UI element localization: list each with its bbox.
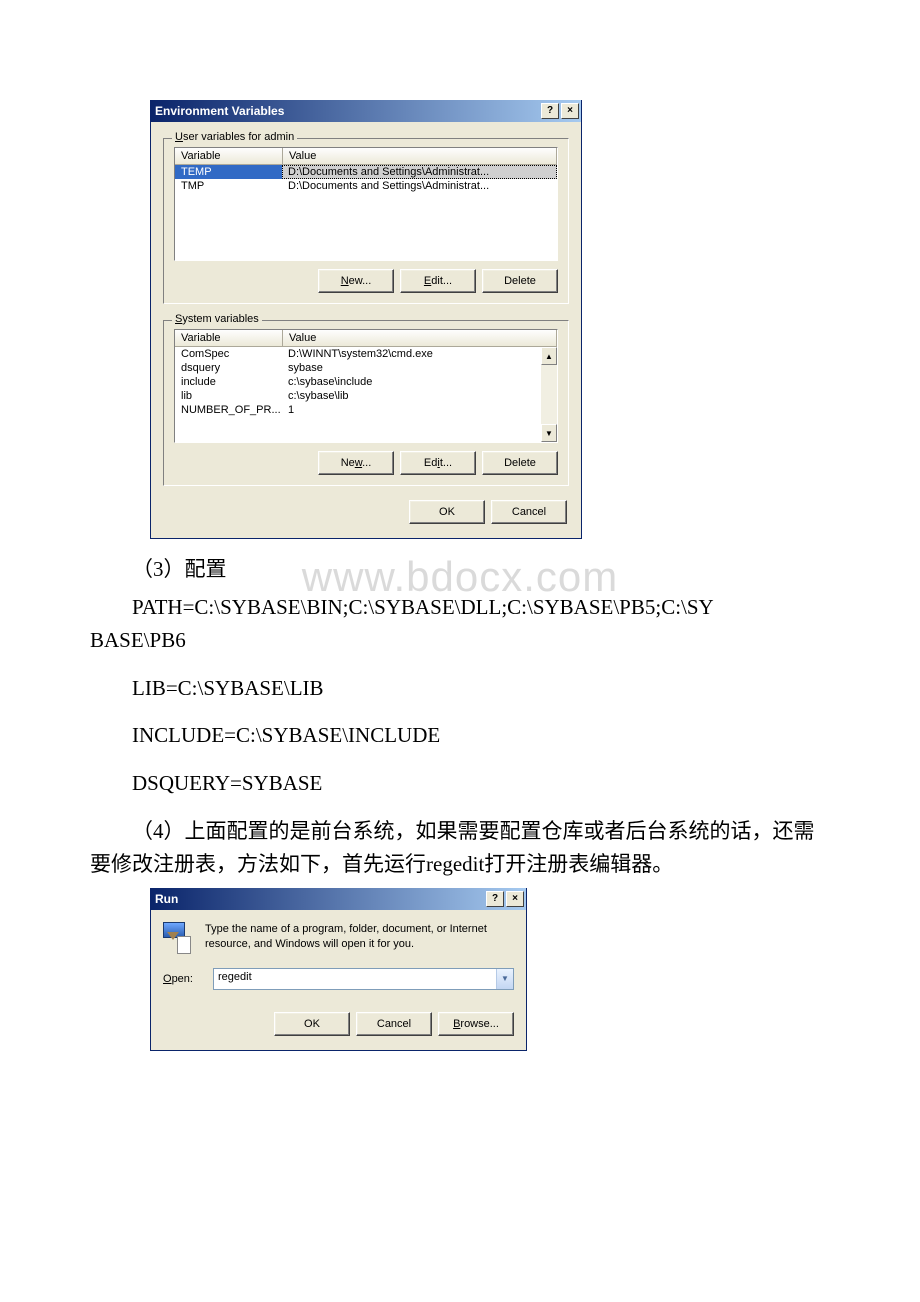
dialog-title: Environment Variables <box>155 104 539 118</box>
run-icon <box>163 922 195 954</box>
paragraph: PATH=C:\SYBASE\BIN;C:\SYBASE\DLL;C:\SYBA… <box>90 591 830 625</box>
system-variables-list[interactable]: Variable Value ComSpec D:\WINNT\system32… <box>174 329 558 443</box>
paragraph: DSQUERY=SYBASE <box>90 767 830 801</box>
scroll-down-icon[interactable]: ▼ <box>541 424 557 442</box>
column-value[interactable]: Value <box>283 148 557 164</box>
open-input[interactable]: regedit <box>214 969 496 989</box>
browse-button[interactable]: Browse... <box>438 1012 514 1036</box>
cancel-button[interactable]: Cancel <box>491 500 567 524</box>
column-value[interactable]: Value <box>283 330 557 346</box>
system-group-label: System variables <box>172 313 262 325</box>
environment-variables-dialog: Environment Variables ? × User variables… <box>150 100 582 539</box>
ok-button[interactable]: OK <box>409 500 485 524</box>
paragraph: （3）配置 <box>90 553 830 587</box>
run-dialog: Run ? × Type the name of a program, fold… <box>150 888 527 1051</box>
close-icon[interactable]: × <box>561 103 579 119</box>
scrollbar[interactable]: ▲ ▼ <box>541 347 557 442</box>
paragraph: （4）上面配置的是前台系统，如果需要配置仓库或者后台系统的话，还需要修改注册表，… <box>90 815 830 882</box>
close-icon[interactable]: × <box>506 891 524 907</box>
list-item[interactable]: lib c:\sybase\lib <box>175 389 557 403</box>
paragraph: BASE\PB6 <box>90 624 830 658</box>
titlebar: Environment Variables ? × <box>151 100 581 122</box>
system-variables-group: System variables Variable Value ComSpec … <box>163 320 569 486</box>
cancel-button[interactable]: Cancel <box>356 1012 432 1036</box>
edit-button[interactable]: Edit... <box>400 451 476 475</box>
paragraph: INCLUDE=C:\SYBASE\INCLUDE <box>90 719 830 753</box>
open-label: Open: <box>163 973 205 985</box>
paragraph: LIB=C:\SYBASE\LIB <box>90 672 830 706</box>
open-combobox[interactable]: regedit ▼ <box>213 968 514 990</box>
delete-button[interactable]: Delete <box>482 269 558 293</box>
list-item[interactable]: TEMP D:\Documents and Settings\Administr… <box>175 165 557 179</box>
list-item[interactable]: ComSpec D:\WINNT\system32\cmd.exe <box>175 347 557 361</box>
titlebar: Run ? × <box>151 888 526 910</box>
dialog-title: Run <box>155 892 484 906</box>
list-item[interactable]: include c:\sybase\include <box>175 375 557 389</box>
user-variables-group: User variables for admin Variable Value … <box>163 138 569 304</box>
list-item[interactable]: TMP D:\Documents and Settings\Administra… <box>175 179 557 193</box>
ok-button[interactable]: OK <box>274 1012 350 1036</box>
new-button[interactable]: New... <box>318 269 394 293</box>
user-group-label: User variables for admin <box>172 131 297 143</box>
edit-button[interactable]: Edit... <box>400 269 476 293</box>
column-variable[interactable]: Variable <box>175 330 283 346</box>
list-item[interactable]: dsquery sybase <box>175 361 557 375</box>
new-button[interactable]: New... <box>318 451 394 475</box>
list-item[interactable]: NUMBER_OF_PR... 1 <box>175 403 557 417</box>
delete-button[interactable]: Delete <box>482 451 558 475</box>
user-variables-list[interactable]: Variable Value TEMP D:\Documents and Set… <box>174 147 558 261</box>
help-icon[interactable]: ? <box>541 103 559 119</box>
chevron-down-icon[interactable]: ▼ <box>496 969 513 989</box>
column-variable[interactable]: Variable <box>175 148 283 164</box>
scroll-up-icon[interactable]: ▲ <box>541 347 557 365</box>
run-description: Type the name of a program, folder, docu… <box>205 922 514 954</box>
help-icon[interactable]: ? <box>486 891 504 907</box>
